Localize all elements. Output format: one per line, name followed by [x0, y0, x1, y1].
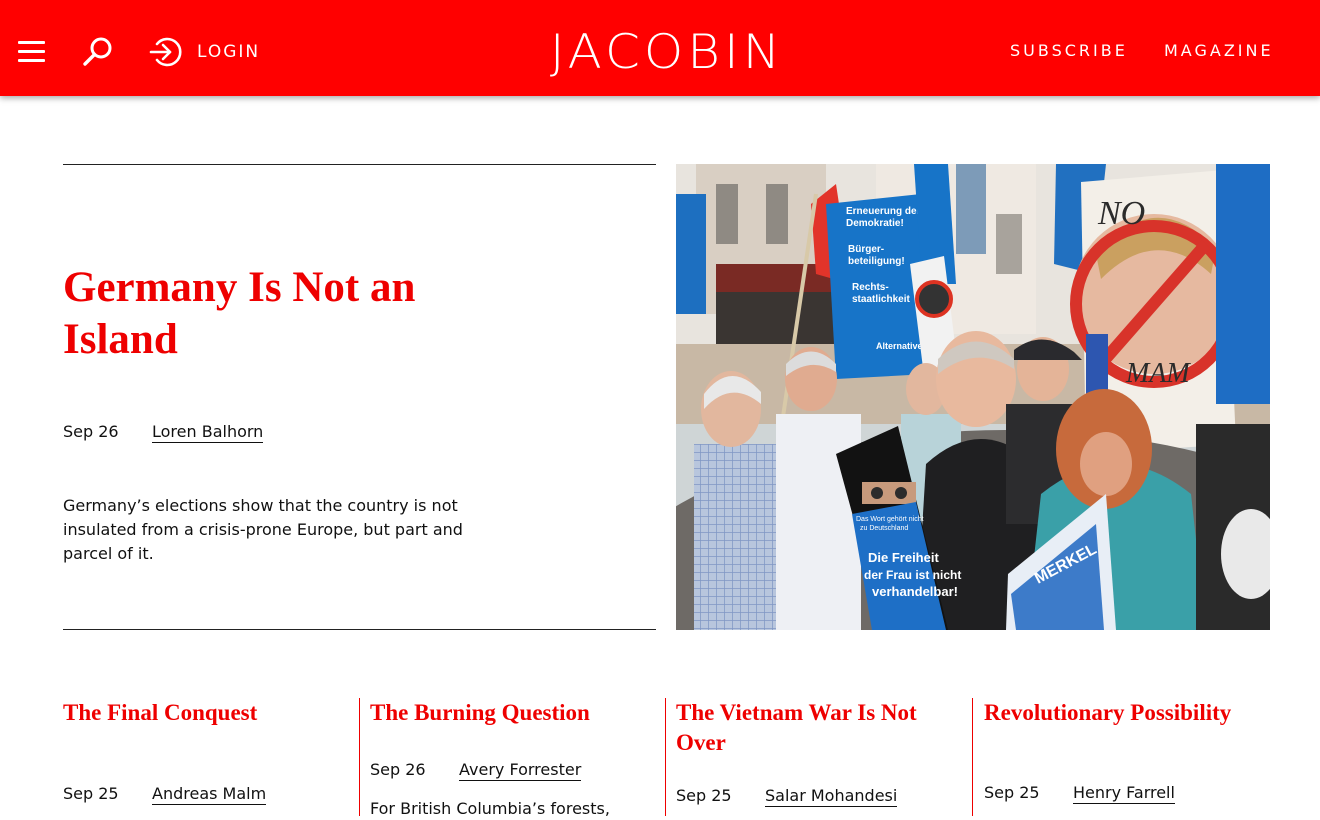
- card-title[interactable]: The Vietnam War Is Not Over: [676, 698, 956, 758]
- card-author-link[interactable]: Salar Mohandesi: [765, 786, 898, 807]
- svg-text:beteiligung!: beteiligung!: [848, 256, 905, 267]
- card-date: Sep 26: [370, 760, 426, 779]
- card-date: Sep 25: [63, 784, 119, 803]
- magazine-link[interactable]: MAGAZINE: [1164, 41, 1274, 60]
- search-icon[interactable]: [80, 34, 116, 70]
- subscribe-link[interactable]: SUBSCRIBE: [1010, 41, 1128, 60]
- card-title[interactable]: Revolutionary Possibility: [984, 698, 1274, 728]
- svg-text:verhandelbar!: verhandelbar!: [872, 584, 958, 599]
- card-divider: [359, 698, 360, 816]
- svg-text:Demokratie!: Demokratie!: [846, 218, 904, 229]
- login-icon[interactable]: [148, 35, 182, 69]
- card-author-link[interactable]: Andreas Malm: [152, 784, 267, 805]
- poster-text-top: NO: [1097, 195, 1145, 232]
- svg-text:staatlichkeit: staatlichkeit: [852, 294, 910, 305]
- card-divider: [665, 698, 666, 816]
- svg-text:der Frau ist nicht: der Frau ist nicht: [864, 568, 961, 582]
- card-date: Sep 25: [676, 786, 732, 805]
- svg-text:Bürger-: Bürger-: [848, 244, 884, 255]
- svg-text:Rechts-: Rechts-: [852, 282, 889, 293]
- card-author-link[interactable]: Henry Farrell: [1073, 783, 1175, 804]
- card-author-link[interactable]: Avery Forrester: [459, 760, 582, 781]
- card-title[interactable]: The Final Conquest: [63, 698, 343, 728]
- card-dek: For British Columbia’s forests,: [370, 799, 610, 818]
- svg-text:Alternative: Alternative: [876, 341, 923, 351]
- site-header: LOGIN JACOBIN SUBSCRIBE MAGAZINE: [0, 0, 1320, 96]
- card-date: Sep 25: [984, 783, 1040, 802]
- site-logo[interactable]: JACOBIN: [520, 24, 814, 81]
- hero-title[interactable]: Germany Is Not an Island: [63, 262, 533, 366]
- svg-text:Die Freiheit: Die Freiheit: [868, 550, 939, 565]
- hero-image[interactable]: Erneuerung der Demokratie! Bürger- betei…: [676, 164, 1270, 630]
- divider-top: [63, 164, 656, 165]
- svg-text:Das Wort gehört nicht: Das Wort gehört nicht: [856, 516, 924, 523]
- svg-text:zu Deutschland: zu Deutschland: [860, 525, 908, 532]
- svg-text:Erneuerung der: Erneuerung der: [846, 206, 921, 217]
- card-title[interactable]: The Burning Question: [370, 698, 650, 728]
- hero-author-link[interactable]: Loren Balhorn: [152, 422, 264, 443]
- hero-dek: Germany’s elections show that the countr…: [63, 496, 463, 563]
- poster-text-bottom: MAM: [1125, 358, 1191, 389]
- divider-bottom: [63, 629, 656, 630]
- menu-icon[interactable]: [18, 39, 45, 63]
- card-divider: [972, 698, 973, 816]
- hero-date: Sep 26: [63, 422, 119, 441]
- login-link[interactable]: LOGIN: [197, 42, 260, 62]
